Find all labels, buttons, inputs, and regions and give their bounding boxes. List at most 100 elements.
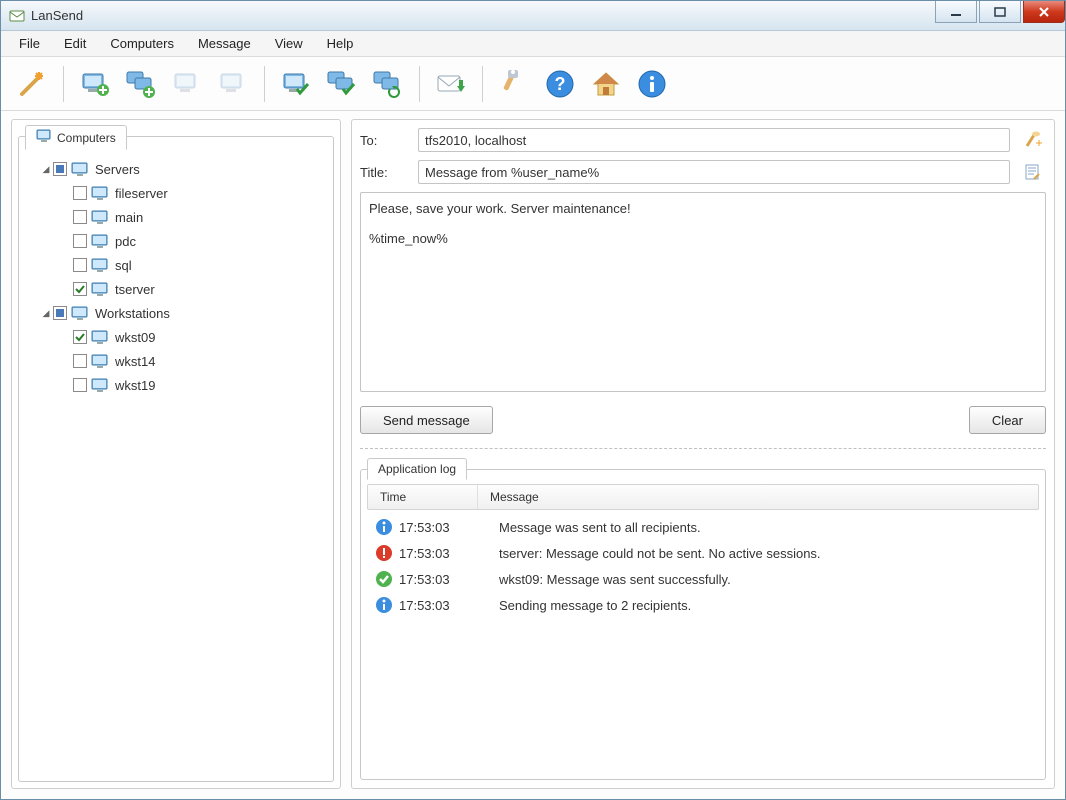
message-body[interactable] <box>360 192 1046 392</box>
toolbar: ? <box>1 57 1065 111</box>
item-checkbox[interactable] <box>73 210 87 224</box>
compose-panel: To: Title: Send message Clear Applicatio… <box>351 119 1055 789</box>
toolbar-sep <box>63 66 64 102</box>
clear-to-button[interactable] <box>1020 128 1046 152</box>
wizard-button[interactable] <box>11 63 53 105</box>
log-time: 17:53:03 <box>399 598 479 613</box>
close-button[interactable] <box>1023 1 1065 23</box>
menubar: File Edit Computers Message View Help <box>1 31 1065 57</box>
home-button[interactable] <box>585 63 627 105</box>
computers-tab[interactable]: Computers <box>25 125 127 150</box>
about-button[interactable] <box>631 63 673 105</box>
log-col-time[interactable]: Time <box>368 485 478 509</box>
item-checkbox[interactable] <box>73 186 87 200</box>
menu-help[interactable]: Help <box>315 33 366 54</box>
status-icon <box>375 518 393 536</box>
computers-tab-label: Computers <box>57 131 116 145</box>
computer-icon <box>91 186 109 200</box>
settings-button[interactable] <box>493 63 535 105</box>
group-label: Workstations <box>95 306 170 321</box>
log-tab[interactable]: Application log <box>367 458 467 480</box>
log-time: 17:53:03 <box>399 546 479 561</box>
tree-group[interactable]: ◢ Workstations <box>29 301 323 325</box>
log-row[interactable]: 17:53:03wkst09: Message was sent success… <box>367 566 1039 592</box>
item-checkbox[interactable] <box>73 354 87 368</box>
select-group-button[interactable] <box>321 63 363 105</box>
item-checkbox[interactable] <box>73 234 87 248</box>
tree-group[interactable]: ◢ Servers <box>29 157 323 181</box>
log-col-message[interactable]: Message <box>478 490 1038 504</box>
menu-computers[interactable]: Computers <box>98 33 186 54</box>
to-label: To: <box>360 133 408 148</box>
status-icon <box>375 596 393 614</box>
tree-item[interactable]: fileserver <box>29 181 323 205</box>
tree-item[interactable]: sql <box>29 253 323 277</box>
computer-tree[interactable]: ◢ Servers fileserver main pdc sql tserver ◢ Work… <box>29 147 323 397</box>
log-body: 17:53:03Message was sent to all recipien… <box>367 514 1039 618</box>
to-input[interactable] <box>418 128 1010 152</box>
tree-item[interactable]: pdc <box>29 229 323 253</box>
log-row[interactable]: 17:53:03tserver: Message could not be se… <box>367 540 1039 566</box>
main-area: Computers ◢ Servers fileserver main pdc sql ts… <box>1 111 1065 799</box>
toolbar-sep <box>419 66 420 102</box>
send-message-button[interactable] <box>430 63 472 105</box>
app-icon <box>9 8 25 24</box>
tree-item[interactable]: wkst14 <box>29 349 323 373</box>
item-label: pdc <box>115 234 136 249</box>
add-group-button[interactable] <box>120 63 162 105</box>
item-label: wkst14 <box>115 354 155 369</box>
group-label: Servers <box>95 162 140 177</box>
add-computer-button[interactable] <box>74 63 116 105</box>
menu-file[interactable]: File <box>7 33 52 54</box>
help-button[interactable]: ? <box>539 63 581 105</box>
remove-computer-button <box>212 63 254 105</box>
log-message: Sending message to 2 recipients. <box>479 598 1039 613</box>
menu-edit[interactable]: Edit <box>52 33 98 54</box>
item-label: fileserver <box>115 186 168 201</box>
log-time: 17:53:03 <box>399 520 479 535</box>
group-checkbox[interactable] <box>53 306 67 320</box>
clear-button[interactable]: Clear <box>969 406 1046 434</box>
item-checkbox[interactable] <box>73 258 87 272</box>
expand-toggle-icon[interactable]: ◢ <box>39 164 53 175</box>
item-checkbox[interactable] <box>73 330 87 344</box>
log-row[interactable]: 17:53:03Message was sent to all recipien… <box>367 514 1039 540</box>
tree-item[interactable]: main <box>29 205 323 229</box>
item-label: sql <box>115 258 132 273</box>
computer-icon <box>91 258 109 272</box>
menu-view[interactable]: View <box>263 33 315 54</box>
expand-toggle-icon[interactable]: ◢ <box>39 308 53 319</box>
tree-item[interactable]: wkst19 <box>29 373 323 397</box>
computer-icon <box>91 354 109 368</box>
computer-icon <box>71 162 89 176</box>
log-message: wkst09: Message was sent successfully. <box>479 572 1039 587</box>
message-form: To: Title: Send message Clear <box>360 128 1046 434</box>
item-label: wkst19 <box>115 378 155 393</box>
menu-message[interactable]: Message <box>186 33 263 54</box>
log-panel: Application log Time Message 17:53:03Mes… <box>360 469 1046 780</box>
edit-computer-button <box>166 63 208 105</box>
computer-icon <box>91 378 109 392</box>
titlebar: LanSend <box>1 1 1065 31</box>
item-checkbox[interactable] <box>73 282 87 296</box>
title-input[interactable] <box>418 160 1010 184</box>
minimize-button[interactable] <box>935 1 977 23</box>
item-label: main <box>115 210 143 225</box>
refresh-computers-button[interactable] <box>367 63 409 105</box>
window-title: LanSend <box>31 8 83 23</box>
svg-text:?: ? <box>555 74 566 94</box>
tree-item[interactable]: tserver <box>29 277 323 301</box>
send-button[interactable]: Send message <box>360 406 493 434</box>
log-message: Message was sent to all recipients. <box>479 520 1039 535</box>
log-message: tserver: Message could not be sent. No a… <box>479 546 1039 561</box>
edit-title-button[interactable] <box>1020 160 1046 184</box>
maximize-button[interactable] <box>979 1 1021 23</box>
select-all-button[interactable] <box>275 63 317 105</box>
item-label: tserver <box>115 282 155 297</box>
group-checkbox[interactable] <box>53 162 67 176</box>
computer-icon <box>91 330 109 344</box>
log-header: Time Message <box>367 484 1039 510</box>
log-row[interactable]: 17:53:03Sending message to 2 recipients. <box>367 592 1039 618</box>
item-checkbox[interactable] <box>73 378 87 392</box>
tree-item[interactable]: wkst09 <box>29 325 323 349</box>
